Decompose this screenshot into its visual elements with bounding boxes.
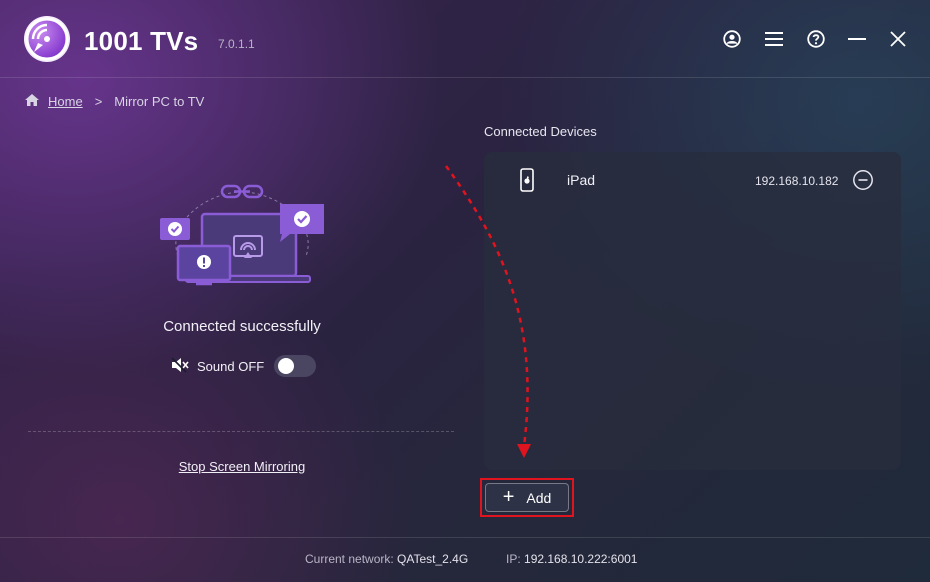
home-icon[interactable] xyxy=(24,93,40,110)
device-row[interactable]: iPad 192.168.10.182 xyxy=(484,166,901,198)
help-icon[interactable] xyxy=(806,29,826,49)
menu-icon[interactable] xyxy=(764,29,784,49)
left-divider xyxy=(28,431,454,432)
network-info: Current network: QATest_2.4G xyxy=(305,552,468,566)
footer-divider xyxy=(0,537,930,538)
sound-toggle-row: Sound OFF xyxy=(171,355,317,377)
toggle-knob xyxy=(278,358,295,374)
connection-status: Connected successfully xyxy=(163,318,321,335)
account-icon[interactable] xyxy=(722,29,742,49)
ip-label: IP: xyxy=(506,552,521,566)
app-version: 7.0.1.1 xyxy=(218,37,255,51)
breadcrumb-home-link[interactable]: Home xyxy=(48,94,83,109)
plus-icon: + xyxy=(502,485,515,508)
network-label: Current network: xyxy=(305,552,394,566)
sound-toggle[interactable] xyxy=(274,355,317,377)
speaker-muted-icon xyxy=(171,356,189,376)
stop-mirroring-link[interactable]: Stop Screen Mirroring xyxy=(0,459,484,474)
ip-info: IP: 192.168.10.222:6001 xyxy=(506,552,637,566)
link-icon xyxy=(220,184,264,199)
breadcrumb-separator: > xyxy=(94,93,103,109)
devices-title: Connected Devices xyxy=(484,124,597,139)
status-bar: Current network: QATest_2.4G IP: 192.168… xyxy=(0,552,930,568)
ip-value: 192.168.10.222:6001 xyxy=(524,552,638,566)
add-device-button[interactable]: + Add xyxy=(485,483,569,512)
app-window: 1001 TVs 7.0.1.1 Home > Mirror PC to TV … xyxy=(0,0,930,582)
sound-label: Sound OFF xyxy=(197,358,265,374)
device-name: iPad xyxy=(567,172,596,188)
minus-circle-icon[interactable] xyxy=(852,169,874,196)
add-label: Add xyxy=(526,489,552,506)
app-logo-icon xyxy=(24,16,70,62)
device-ip: 192.168.10.182 xyxy=(755,174,839,188)
network-value: QATest_2.4G xyxy=(397,552,469,566)
breadcrumb: Home > Mirror PC to TV xyxy=(24,92,204,110)
title-divider xyxy=(0,77,930,78)
mirroring-illustration xyxy=(156,184,328,293)
breadcrumb-current: Mirror PC to TV xyxy=(114,93,205,109)
apple-phone-icon xyxy=(520,168,534,197)
minimize-icon[interactable] xyxy=(847,29,867,49)
close-icon[interactable] xyxy=(888,29,908,49)
app-title: 1001 TVs xyxy=(84,26,199,56)
devices-list: iPad 192.168.10.182 xyxy=(484,152,901,470)
title-bar: 1001 TVs 7.0.1.1 xyxy=(0,0,930,78)
